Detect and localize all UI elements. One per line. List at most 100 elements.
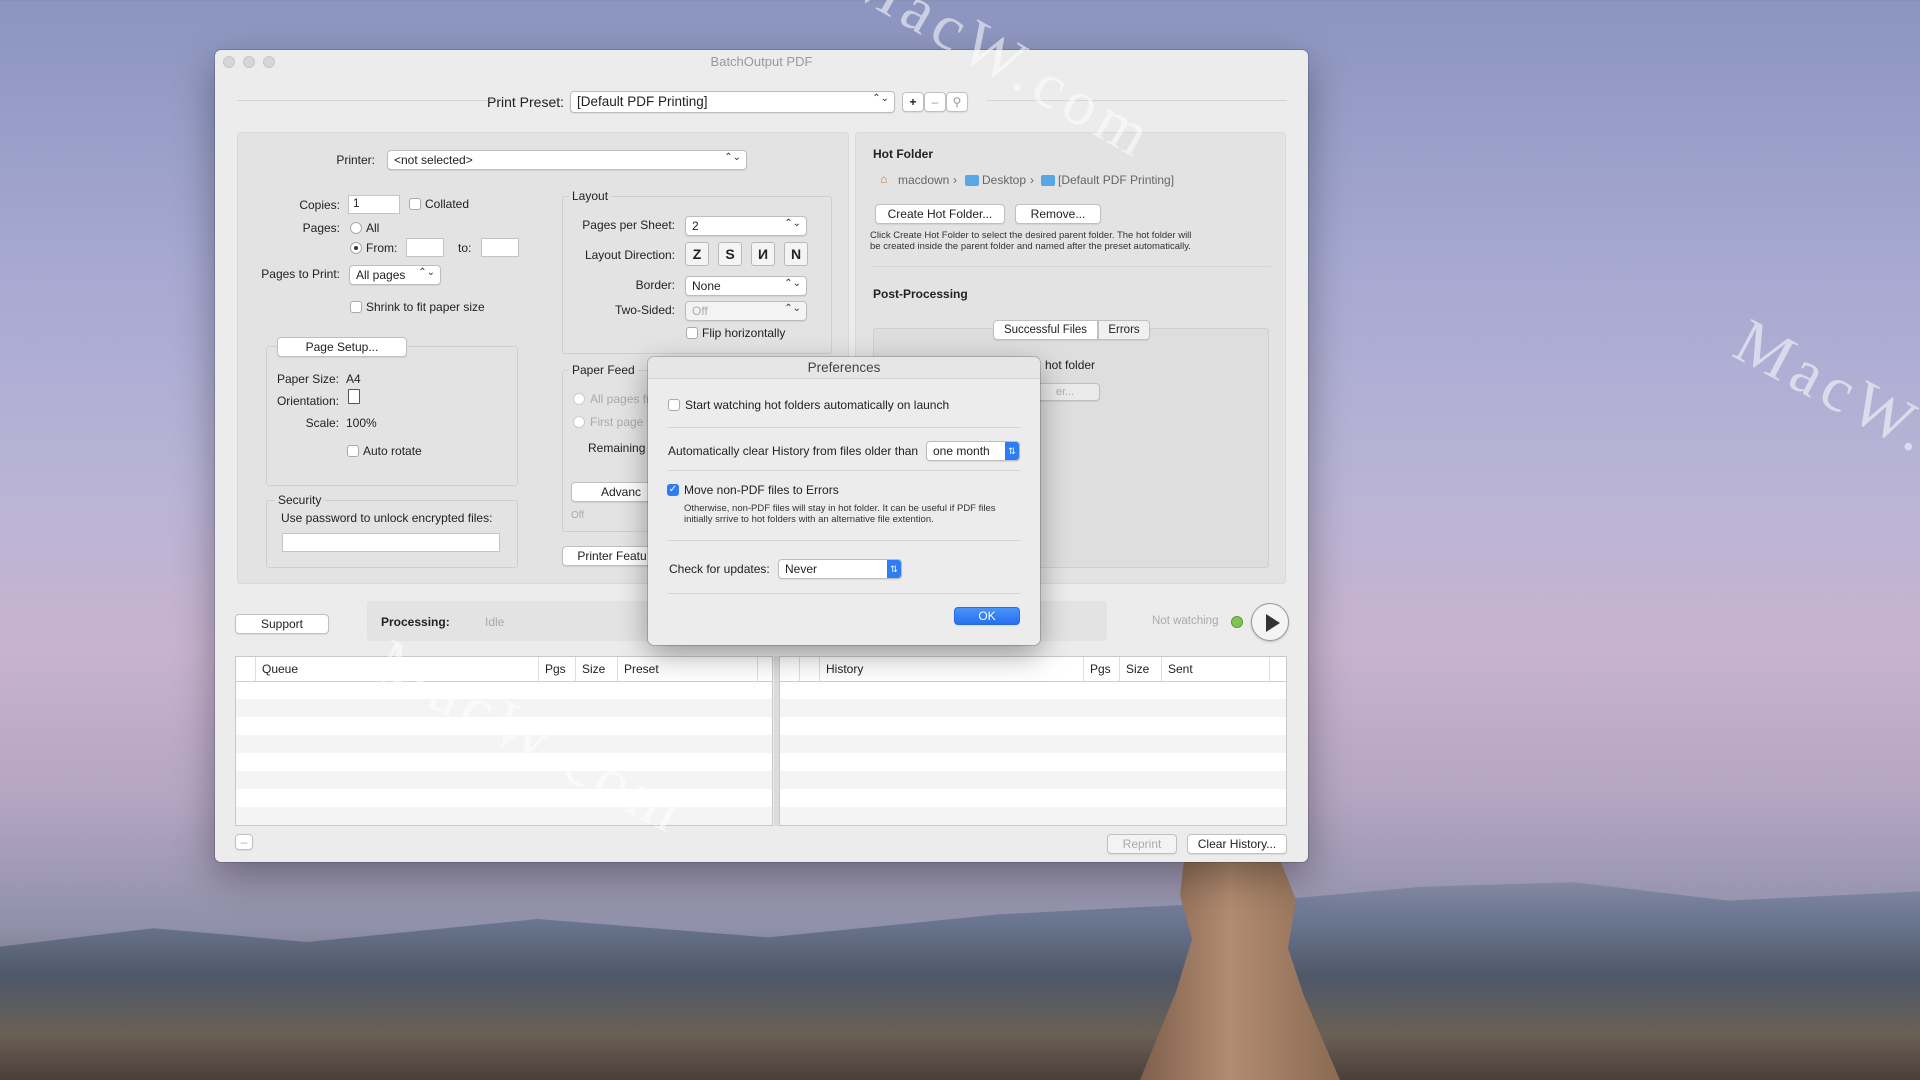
check-updates-select[interactable]: Never ⇅ [778, 559, 902, 579]
tab-errors[interactable]: Errors [1098, 320, 1150, 340]
two-sided-label: Two-Sided: [614, 303, 675, 317]
pages-from-radio[interactable] [350, 242, 362, 254]
folder-icon [1041, 175, 1055, 186]
layout-title: Layout [569, 189, 612, 203]
pages-all-radio[interactable] [350, 222, 362, 234]
border-value: None [692, 279, 721, 293]
add-preset-button[interactable]: + [902, 92, 924, 112]
copies-label: Copies: [299, 198, 340, 212]
remove-hot-folder-button[interactable]: Remove... [1015, 204, 1101, 224]
table-row[interactable] [236, 807, 772, 825]
remove-queue-item-button[interactable]: – [235, 834, 253, 850]
all-pages-radio[interactable] [573, 393, 585, 405]
divider [668, 427, 1020, 428]
table-row[interactable] [780, 807, 1286, 825]
print-preset-select[interactable]: [Default PDF Printing] ⌃⌄ [570, 91, 895, 113]
pages-to-print-select[interactable]: All pages ⌃⌄ [349, 265, 441, 285]
all-pages-label: All pages fr [590, 392, 651, 406]
auto-rotate-checkbox[interactable] [347, 445, 359, 457]
pages-all-label: All [366, 221, 380, 235]
layout-s-button[interactable]: S [718, 242, 742, 266]
table-row[interactable] [780, 699, 1286, 717]
tab-successful-files[interactable]: Successful Files [993, 320, 1098, 340]
border-select[interactable]: None ⌃⌄ [685, 276, 807, 296]
remove-preset-button[interactable]: – [924, 92, 946, 112]
pages-to-field[interactable] [481, 238, 519, 257]
layout-z-button[interactable]: Z [685, 242, 709, 266]
chevron-updown-icon: ⇅ [887, 560, 901, 578]
queue-preset-header[interactable]: Preset [618, 657, 758, 681]
layout-direction-label: Layout Direction: [584, 248, 675, 262]
tag-icon[interactable]: ⚲ [946, 92, 968, 112]
collated-checkbox[interactable] [409, 198, 421, 210]
scale-label: Scale: [305, 416, 339, 430]
divider [668, 593, 1020, 594]
path-desktop[interactable]: Desktop [982, 173, 1026, 187]
hot-folder-option-label: hot folder [1045, 358, 1096, 372]
path-preset[interactable]: [Default PDF Printing] [1058, 173, 1174, 187]
chevron-updown-icon: ⌃⌄ [724, 152, 741, 163]
paper-size-label: Paper Size: [276, 372, 339, 386]
history-pgs-header[interactable]: Pgs [1084, 657, 1120, 681]
divider [871, 266, 1271, 267]
create-hot-folder-button[interactable]: Create Hot Folder... [875, 204, 1005, 224]
paper-feed-off-label: Off [571, 510, 585, 521]
move-desc-2: initially srrive to hot folders with an … [684, 514, 934, 525]
desktop-mountains [0, 882, 1920, 1080]
pages-to-label: to: [458, 241, 472, 255]
pages-label: Pages: [302, 221, 340, 235]
password-field[interactable] [282, 533, 500, 552]
paper-feed-title: Paper Feed [569, 363, 638, 377]
pages-to-print-value: All pages [356, 268, 406, 282]
clear-history-button[interactable]: Clear History... [1187, 834, 1287, 854]
support-button[interactable]: Support [235, 614, 329, 634]
pages-per-sheet-select[interactable]: 2 ⌃⌄ [685, 216, 807, 236]
page-setup-button[interactable]: Page Setup... [277, 337, 407, 357]
chevron-right-icon: › [1030, 173, 1034, 187]
history-size-header[interactable]: Size [1120, 657, 1162, 681]
history-header[interactable]: History [820, 657, 1084, 681]
hot-folder-desc-2: be created inside the parent folder and … [870, 241, 1191, 252]
path-macdown[interactable]: macdown [898, 173, 949, 187]
chevron-updown-icon: ⇅ [1005, 442, 1019, 460]
copies-field[interactable]: 1 [348, 195, 400, 214]
table-row[interactable] [780, 771, 1286, 789]
two-sided-select[interactable]: Off ⌃⌄ [685, 301, 807, 321]
divider [237, 100, 497, 101]
clear-history-value: one month [933, 444, 990, 458]
play-icon [1266, 614, 1280, 632]
history-sent-header[interactable]: Sent [1162, 657, 1270, 681]
watch-on-launch-checkbox[interactable] [668, 399, 680, 411]
queue-pgs-header[interactable]: Pgs [539, 657, 576, 681]
folder-icon [965, 175, 979, 186]
first-page-radio[interactable] [573, 416, 585, 428]
table-row[interactable] [780, 735, 1286, 753]
choose-folder-button[interactable]: er... [1030, 383, 1100, 401]
table-header [780, 657, 800, 681]
collated-label: Collated [425, 197, 470, 211]
pages-from-field[interactable] [406, 238, 444, 257]
ok-button[interactable]: OK [954, 607, 1020, 625]
first-page-label: First page [590, 415, 644, 429]
post-processing-title: Post-Processing [873, 287, 968, 301]
move-non-pdf-label: Move non-PDF files to Errors [684, 483, 839, 497]
layout-reverse-n-button[interactable]: И [751, 242, 775, 266]
shrink-checkbox[interactable] [350, 301, 362, 313]
chevron-updown-icon: ⌃⌄ [872, 93, 889, 104]
pages-per-sheet-value: 2 [692, 219, 699, 233]
move-non-pdf-checkbox[interactable]: ✓ [667, 484, 679, 496]
clear-history-select[interactable]: one month ⇅ [926, 441, 1020, 461]
check-updates-value: Never [785, 562, 818, 576]
queue-size-header[interactable]: Size [576, 657, 618, 681]
security-label: Use password to unlock encrypted files: [281, 511, 493, 525]
flip-horizontally-checkbox[interactable] [686, 327, 698, 339]
printer-features-button[interactable]: Printer Featu [562, 546, 662, 566]
scale-value: 100% [346, 416, 377, 430]
start-watching-button[interactable] [1251, 603, 1289, 641]
hot-folder-desc-1: Click Create Hot Folder to select the de… [870, 230, 1192, 241]
watching-status: Not watching [1152, 615, 1219, 627]
chevron-updown-icon: ⌃⌄ [784, 218, 801, 229]
layout-n-button[interactable]: N [784, 242, 808, 266]
reprint-button[interactable]: Reprint [1107, 834, 1177, 854]
printer-select[interactable]: <not selected> ⌃⌄ [387, 150, 747, 170]
